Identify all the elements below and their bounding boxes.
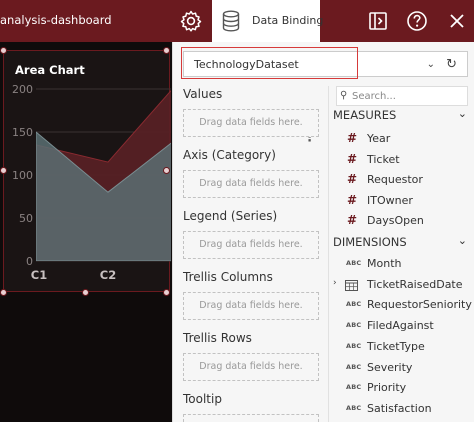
field-name: Satisfaction — [367, 401, 432, 415]
dimension-field[interactable]: › TicketRaisedDate — [333, 275, 473, 295]
text-type-icon: ABC — [346, 362, 362, 371]
dimension-field[interactable]: ABC Satisfaction — [333, 399, 473, 419]
section-label: Values — [183, 87, 223, 101]
data-binding-panel: TechnologyDataset ⌄ ↻ ⋮ Values Drag data … — [172, 42, 474, 422]
section-label: Axis (Category) — [183, 148, 276, 162]
y-tick-label: 100 — [12, 169, 33, 182]
top-header: analysis-dashboard Data Binding — [0, 0, 474, 42]
dimension-field[interactable]: ABC FiledAgainst — [333, 316, 473, 336]
dataset-highlight-box — [181, 47, 358, 79]
field-name: Ticket — [367, 152, 400, 166]
tab-data-binding-label: Data Binding — [252, 14, 324, 27]
field-name: Month — [367, 257, 402, 270]
number-icon: # — [347, 172, 358, 187]
measure-field[interactable]: # Year — [333, 129, 473, 149]
y-tick-label: 200 — [12, 83, 33, 96]
x-tick-label: C1 — [31, 268, 47, 282]
field-name: Severity — [367, 360, 413, 374]
section-label: Trellis Rows — [183, 331, 252, 345]
chevron-down-icon[interactable]: ⌄ — [458, 107, 467, 120]
app-title: analysis-dashboard — [0, 13, 112, 27]
search-input[interactable] — [352, 89, 464, 104]
chevron-down-icon[interactable]: ⌄ — [458, 234, 467, 247]
search-icon: ⚲ — [340, 90, 348, 101]
field-name: TicketType — [367, 339, 425, 353]
section-label: Trellis Columns — [183, 270, 273, 284]
drop-zone[interactable]: Drag data fields here. — [183, 170, 319, 198]
resize-handle-left[interactable] — [0, 167, 7, 174]
text-type-icon: ABC — [346, 321, 362, 330]
dimension-field[interactable]: ABC RequestorSeniority — [333, 295, 473, 315]
measures-group-header-label: MEASURES — [333, 108, 397, 122]
field-search[interactable]: ⚲ — [336, 86, 468, 106]
measures-group-header[interactable]: MEASURES ⌄ — [333, 107, 467, 122]
drop-zone[interactable]: Drag data fields here. — [183, 231, 319, 259]
dimension-field[interactable]: ABC Month — [333, 254, 473, 274]
chevron-right-icon[interactable]: › — [333, 278, 337, 288]
calendar-icon — [345, 279, 358, 291]
binding-sections: ⋮ Values Drag data fields here. Axis (Cate… — [173, 86, 325, 422]
drop-zone-hint: Drag data fields here. — [199, 300, 303, 311]
panel-toggle-icon[interactable] — [367, 10, 389, 32]
refresh-icon[interactable]: ↻ — [446, 57, 457, 72]
field-name: DaysOpen — [367, 214, 424, 228]
text-type-icon: ABC — [346, 383, 362, 392]
field-name: Priority — [367, 381, 407, 395]
close-icon[interactable] — [446, 10, 468, 32]
gear-icon[interactable] — [179, 9, 203, 33]
resize-handle-top-right[interactable] — [163, 47, 170, 54]
drop-zone-hint: Drag data fields here. — [199, 117, 303, 128]
number-icon: # — [347, 192, 358, 207]
text-type-icon: ABC — [346, 341, 362, 350]
section-label: Tooltip — [183, 392, 222, 406]
field-name: Year — [367, 132, 391, 145]
measure-field[interactable]: # Ticket — [333, 150, 473, 170]
resize-handle-bottom[interactable] — [82, 289, 89, 296]
y-tick-label: 50 — [19, 212, 33, 225]
area-chart: 050100150200C1C2C3 — [12, 83, 171, 282]
resize-handle-bottom-right[interactable] — [163, 289, 170, 296]
measure-field[interactable]: # Requestor — [333, 170, 473, 190]
measure-field[interactable]: # ITOwner — [333, 191, 473, 211]
dimension-field[interactable]: ABC Severity — [333, 358, 473, 378]
drop-zone[interactable]: Drag data fields here. — [183, 109, 319, 137]
measure-field[interactable]: # DaysOpen — [333, 211, 473, 231]
drop-zone-hint: Drag data fields here. — [199, 178, 303, 189]
dimension-field[interactable]: ABC Priority — [333, 378, 473, 398]
area-chart-widget[interactable]: Area Chart 050100150200C1C2C3 — [3, 50, 171, 292]
number-icon: # — [347, 131, 358, 145]
dimensions-group-header-label: DIMENSIONS — [333, 235, 407, 249]
drop-zone-hint: Drag data fields here. — [199, 361, 303, 372]
drop-zone[interactable]: Drag data fields here. — [183, 353, 319, 381]
database-icon — [222, 10, 240, 32]
dimensions-group-header[interactable]: DIMENSIONS ⌄ — [333, 234, 467, 249]
chevron-down-icon[interactable]: ⌄ — [427, 59, 435, 70]
help-icon[interactable] — [406, 10, 428, 32]
field-name: RequestorSeniority — [367, 298, 472, 312]
y-tick-label: 150 — [12, 126, 33, 139]
field-name: FiledAgainst — [367, 319, 434, 333]
number-icon: # — [347, 213, 358, 228]
field-name: TicketRaisedDate — [367, 277, 463, 291]
x-tick-label: C2 — [100, 268, 116, 282]
y-tick-label: 0 — [26, 255, 33, 268]
resize-handle-top-left[interactable] — [0, 47, 7, 54]
text-type-icon: ABC — [346, 259, 362, 267]
resize-handle-bottom-left[interactable] — [0, 289, 7, 296]
dimension-field[interactable]: ABC TicketType — [333, 337, 473, 357]
tab-data-binding[interactable]: Data Binding — [212, 0, 324, 42]
field-name: Requestor — [367, 173, 423, 187]
text-type-icon: ABC — [346, 300, 362, 309]
drop-zone[interactable]: Drag data fields here. — [183, 414, 319, 422]
drop-zone-hint: Drag data fields here. — [184, 415, 318, 422]
section-label: Legend (Series) — [183, 209, 278, 223]
fields-list: ⚲ MEASURES ⌄ # Year # Ticket # Requestor # ITOwne… — [329, 86, 474, 422]
drop-zone-hint: Drag data fields here. — [199, 239, 303, 250]
resize-handle-right[interactable] — [163, 167, 170, 174]
text-type-icon: ABC — [346, 403, 362, 412]
drop-zone[interactable]: Drag data fields here. — [183, 292, 319, 320]
field-name: ITOwner — [367, 193, 413, 207]
number-icon: # — [347, 151, 358, 166]
